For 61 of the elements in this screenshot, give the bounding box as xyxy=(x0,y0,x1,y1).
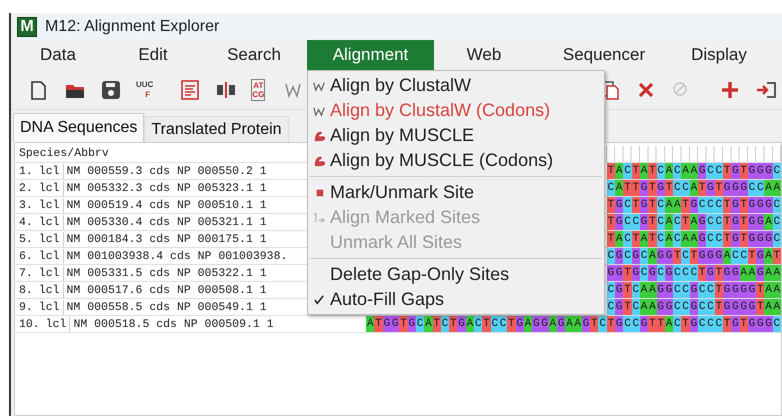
row-number: 9. xyxy=(18,300,34,314)
sequence-name: NM 000558.5 cds NP 000549.1 1 xyxy=(66,300,267,314)
sequence-prefix: lcl xyxy=(38,232,64,246)
sequence-name: NM 000518.5 cds NP 000509.1 1 xyxy=(72,316,274,332)
row-number: 6. xyxy=(18,248,34,264)
sequence-name: NM 000184.3 cds NP 000175.1 1 xyxy=(66,232,267,246)
menu-option[interactable]: Align by ClustalW (Codons) xyxy=(308,98,604,123)
row-number: 8. xyxy=(18,282,34,298)
sequence-prefix: lcl xyxy=(38,300,64,314)
atcg-icon[interactable]: AT CG xyxy=(251,78,266,100)
menu-item[interactable]: Sequencer xyxy=(534,40,674,70)
column-header: Species/Abbrv xyxy=(18,146,110,162)
sequence-name: NM 000519.4 cds NP 000510.1 1 xyxy=(66,198,267,212)
sequence-prefix: lcl xyxy=(38,180,64,196)
tab[interactable]: Translated Protein xyxy=(144,116,289,142)
translate-icon[interactable]: UUC F xyxy=(136,78,154,100)
window-title: M12: Alignment Explorer xyxy=(45,16,220,36)
row-number: 1. xyxy=(18,164,34,178)
row-number: 4. xyxy=(18,214,34,230)
sequence-bases: TACTATCACAAGCCTGTGGGC xyxy=(606,163,781,179)
sequence-bases: CATTGTGTCCATGTGGGCCAA xyxy=(606,180,781,196)
sequence-bases: ATGGTGCATCTGACTCCTGAGGAGAAGTCTGCCGTTACTGCCCTGTGGGC xyxy=(366,316,781,332)
row-number: 5. xyxy=(18,232,34,246)
sequence-prefix: lcl xyxy=(38,266,64,280)
menu-option[interactable]: Align by MUSCLE (Codons) xyxy=(308,148,604,173)
row-number: 3. xyxy=(18,198,34,212)
menu-option[interactable]: Mark/Unmark Site xyxy=(308,180,604,205)
sequence-name: NM 005332.3 cds NP 005323.1 1 xyxy=(66,180,267,196)
sequence-bases: CGCGCAGGTCTGGGACCTGAT xyxy=(606,248,781,264)
row-number: 10. xyxy=(18,316,41,332)
row-number: 7. xyxy=(18,266,34,280)
menu-item[interactable]: Web xyxy=(434,40,534,70)
sequence-bases: CGTCAAGGCCGCCTGGGGTAA xyxy=(606,299,781,315)
menu-item[interactable]: Search xyxy=(201,40,307,70)
menu-option[interactable]: Align by ClustalW xyxy=(308,73,604,98)
sequence-prefix: lcl xyxy=(38,198,64,212)
app-logo: M xyxy=(17,16,37,36)
sequence-prefix: lcl xyxy=(46,316,70,332)
menu-option[interactable]: Auto-Fill Gaps xyxy=(308,287,604,312)
sequence-prefix: lcl xyxy=(38,164,64,178)
menu-option[interactable]: Align by MUSCLE xyxy=(308,123,604,148)
sequence-prefix: lcl xyxy=(38,282,64,298)
sequence-bases: TACTATCACAAGCCTGTGGGC xyxy=(606,231,781,247)
sequence-name: NM 000559.3 cds NP 000550.2 1 xyxy=(66,164,267,178)
tab[interactable]: DNA Sequences xyxy=(13,113,144,142)
sequence-name: NM 000517.6 cds NP 000508.1 1 xyxy=(66,282,267,298)
row-number: 2. xyxy=(18,180,34,196)
sequence-prefix: lcl xyxy=(38,214,64,230)
sequence-prefix: lcl xyxy=(38,248,64,264)
sequence-bases: TGCTGTCAATGCCCTGTGGGC xyxy=(606,197,781,213)
sequence-name: NM 001003938.4 cds NP 001003938. xyxy=(66,248,288,264)
menu-option[interactable]: Delete Gap-Only Sites xyxy=(308,262,604,287)
menu-item[interactable]: Edit xyxy=(105,40,201,70)
sequence-bases: GGTGCGCGCCCTGTGGAAGAA xyxy=(606,265,781,281)
sequence-name: NM 005330.4 cds NP 005321.1 1 xyxy=(66,214,267,230)
menu-item[interactable]: Alignment xyxy=(307,40,434,70)
sequence-name: NM 005331.5 cds NP 005322.1 1 xyxy=(66,266,267,280)
sequence-bases: TGCCGTCACTAGCCTGTGGAC xyxy=(606,214,781,230)
menu-item[interactable]: Display xyxy=(674,40,764,70)
sequence-bases: CGTCAAGGCCGCCTGGGGTAA xyxy=(606,282,781,298)
menu-item[interactable]: Data xyxy=(11,40,105,70)
